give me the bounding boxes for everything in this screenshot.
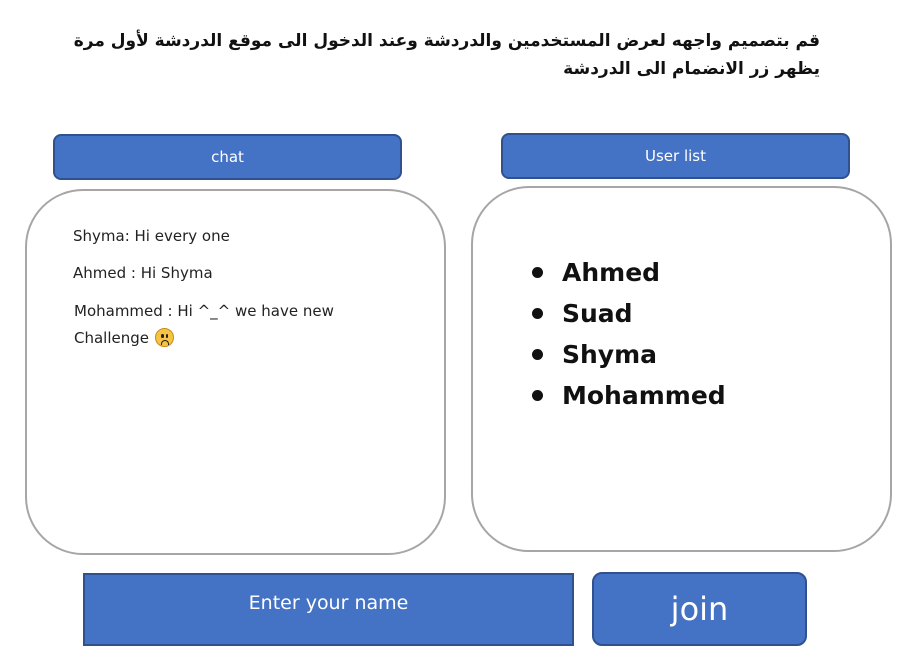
user-list: Ahmed Suad Shyma Mohammed: [532, 252, 726, 416]
bullet-icon: [532, 267, 543, 278]
user-name: Suad: [562, 298, 633, 328]
chat-message-text: Ahmed : Hi Shyma: [73, 264, 213, 282]
user-list-header-label: User list: [645, 147, 706, 165]
user-name: Ahmed: [562, 257, 661, 287]
instruction-text: قم بتصميم واجهه لعرض المستخدمين والدردشة…: [73, 27, 820, 83]
join-button[interactable]: join: [592, 572, 807, 646]
instruction-line-1: قم بتصميم واجهه لعرض المستخدمين والدردشة…: [73, 31, 820, 51]
name-input[interactable]: Enter your name: [83, 573, 574, 646]
chat-header-button[interactable]: chat: [53, 134, 402, 180]
user-list-header-button[interactable]: User list: [501, 133, 850, 179]
chat-header-label: chat: [211, 148, 244, 166]
chat-message-text: Challenge: [74, 329, 149, 347]
join-button-label: join: [670, 590, 729, 628]
chat-message-text: Shyma: Hi every one: [73, 227, 230, 245]
chat-message-text: Mohammed : Hi ^_^ we have new: [74, 302, 334, 320]
user-list-item: Ahmed: [532, 252, 726, 293]
chat-message: Ahmed : Hi Shyma: [73, 260, 213, 287]
user-list-item: Shyma: [532, 334, 726, 375]
chat-message: Mohammed : Hi ^_^ we have new Challenge: [74, 298, 334, 352]
chat-message: Shyma: Hi every one: [73, 223, 230, 250]
bullet-icon: [532, 349, 543, 360]
instruction-line-2: يظهر زر الانضمام الى الدردشة: [563, 59, 820, 79]
bullet-icon: [532, 390, 543, 401]
bullet-icon: [532, 308, 543, 319]
user-list-item: Mohammed: [532, 375, 726, 416]
user-name: Shyma: [562, 339, 658, 369]
sad-face-icon: [155, 328, 174, 347]
user-list-item: Suad: [532, 293, 726, 334]
name-input-placeholder: Enter your name: [248, 592, 409, 614]
user-name: Mohammed: [562, 380, 726, 410]
